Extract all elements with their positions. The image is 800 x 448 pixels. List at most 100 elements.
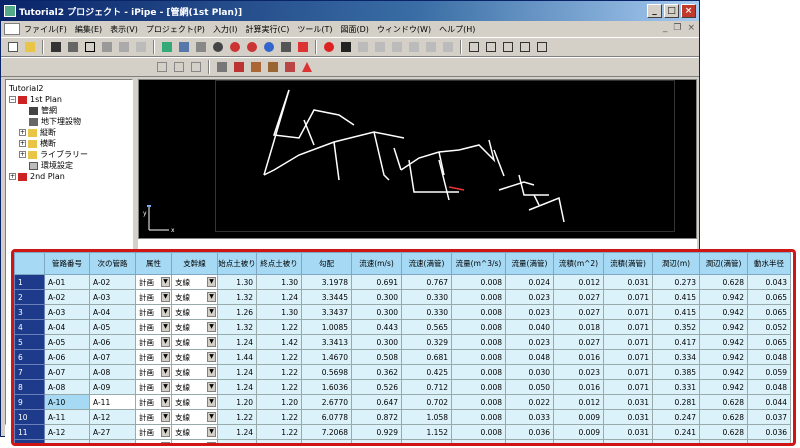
attribute-select[interactable]: 計画 ▼ (135, 349, 172, 365)
table-row[interactable]: 5 A-05 A-06 計画 ▼ 支線 ▼ 1.24 1.42 3.3413 0.300 0.329 0… (14, 334, 791, 350)
tree-item-underground[interactable]: 地下埋設物 (6, 116, 132, 127)
value-cell[interactable]: 1.20 (217, 439, 257, 443)
row-number[interactable]: 10 (14, 409, 45, 425)
grid-icon[interactable] (194, 40, 208, 54)
value-cell[interactable]: 0.023 (505, 334, 554, 350)
print-icon[interactable] (66, 40, 80, 54)
value-cell[interactable]: 0.681 (401, 349, 452, 365)
column-header[interactable]: 次の管路 (89, 252, 136, 275)
row-number[interactable]: 8 (14, 379, 45, 395)
column-header[interactable] (14, 252, 45, 275)
value-cell[interactable]: 0.352 (652, 319, 700, 335)
dropdown-arrow-icon[interactable]: ▼ (161, 337, 170, 347)
stack-icon[interactable] (177, 40, 191, 54)
value-cell[interactable]: 0.942 (699, 334, 748, 350)
next-pipe-cell[interactable]: A-03 (89, 289, 136, 305)
value-cell[interactable]: 1.51 (256, 439, 302, 443)
value-cell[interactable]: 3.3413 (301, 334, 352, 350)
value-cell[interactable]: 0.071 (603, 349, 653, 365)
menu-view[interactable]: 表示(V) (106, 24, 142, 35)
table-row[interactable]: 6 A-06 A-07 計画 ▼ 支線 ▼ 1.44 1.22 1.4670 0.508 0.681 0… (14, 349, 791, 365)
value-cell[interactable]: 0.329 (401, 334, 452, 350)
row-number[interactable]: 11 (14, 424, 45, 440)
dropdown-arrow-icon[interactable]: ▼ (161, 307, 170, 317)
value-cell[interactable]: 0.012 (553, 274, 604, 290)
table-row[interactable]: 7 A-07 A-08 計画 ▼ 支線 ▼ 1.24 1.22 0.5698 0.362 0.425 0… (14, 364, 791, 380)
attribute-select[interactable]: 計画 ▼ (135, 409, 172, 425)
column-header[interactable]: 潤辺(満管) (699, 252, 748, 275)
value-cell[interactable]: 0.628 (699, 409, 748, 425)
value-cell[interactable]: 0.030 (505, 364, 554, 380)
value-cell[interactable]: 0.942 (699, 289, 748, 305)
expand-icon[interactable]: + (9, 173, 16, 180)
title-bar[interactable]: Tutorial2 プロジェクト - iPipe - [管網(1st Plan)… (1, 1, 699, 21)
attribute-select[interactable]: 計画 ▼ (135, 334, 172, 350)
column-header[interactable]: 流積(満管) (603, 252, 653, 275)
pipe-id-cell[interactable]: A-04 (44, 319, 90, 335)
branch-select[interactable]: 支線 ▼ (171, 364, 218, 380)
value-cell[interactable]: 0.942 (699, 319, 748, 335)
value-cell[interactable]: 0.691 (351, 274, 402, 290)
value-cell[interactable]: 0.071 (603, 289, 653, 305)
dropdown-arrow-icon[interactable]: ▼ (207, 322, 216, 332)
tree-item-settings[interactable]: 環境設定 (6, 160, 132, 171)
minimize-button[interactable]: _ (647, 4, 662, 18)
value-cell[interactable]: 1.6036 (301, 379, 352, 395)
close-button[interactable]: × (681, 4, 696, 18)
expand-icon[interactable]: + (19, 140, 26, 147)
column-header[interactable]: 流速(m/s) (351, 252, 402, 275)
menu-edit[interactable]: 編集(E) (71, 24, 106, 35)
dropdown-arrow-icon[interactable]: ▼ (207, 382, 216, 392)
value-cell[interactable]: 0.300 (351, 304, 402, 320)
dropdown-arrow-icon[interactable]: ▼ (207, 442, 216, 443)
attribute-select[interactable]: 計画 ▼ (135, 274, 172, 290)
value-cell[interactable]: 1.22 (256, 379, 302, 395)
dropdown-arrow-icon[interactable]: ▼ (207, 277, 216, 287)
pipe-icon[interactable] (373, 40, 387, 54)
zoom-window-icon[interactable] (262, 40, 276, 54)
value-cell[interactable]: 1.20 (217, 394, 257, 410)
value-cell[interactable]: 0.702 (401, 394, 452, 410)
branch-select[interactable]: 支線 ▼ (171, 409, 218, 425)
branch-select[interactable]: 支線 ▼ (171, 394, 218, 410)
next-pipe-cell[interactable]: A-14 (89, 439, 136, 443)
attribute-select[interactable]: 計画 ▼ (135, 424, 172, 440)
dropdown-arrow-icon[interactable]: ▼ (161, 397, 170, 407)
value-cell[interactable]: 0.247 (652, 409, 700, 425)
value-cell[interactable]: 0.628 (699, 394, 748, 410)
pipe-id-cell[interactable]: A-06 (44, 349, 90, 365)
column-header[interactable]: 管路番号 (44, 252, 90, 275)
value-cell[interactable]: 0.331 (401, 439, 452, 443)
value-cell[interactable]: 0.031 (603, 424, 653, 440)
dropdown-arrow-icon[interactable]: ▼ (207, 397, 216, 407)
value-cell[interactable]: 0.415 (652, 289, 700, 305)
column-header[interactable]: 動水半径 (747, 252, 791, 275)
dropdown-arrow-icon[interactable]: ▼ (161, 352, 170, 362)
binoculars-icon[interactable] (339, 40, 353, 54)
value-cell[interactable]: 0.048 (747, 379, 791, 395)
row-number[interactable]: 5 (14, 334, 45, 350)
layer-icon[interactable] (160, 40, 174, 54)
value-cell[interactable]: 6.0778 (301, 409, 352, 425)
value-cell[interactable]: 0.273 (652, 274, 700, 290)
value-cell[interactable]: 1.24 (256, 289, 302, 305)
value-cell[interactable]: 0.048 (747, 349, 791, 365)
table-row[interactable]: 4 A-04 A-05 計画 ▼ 支線 ▼ 1.32 1.22 1.0085 0.443 0.565 0… (14, 319, 791, 335)
value-cell[interactable]: 0.071 (603, 334, 653, 350)
dropdown-arrow-icon[interactable]: ▼ (161, 412, 170, 422)
branch-select[interactable]: 支線 ▼ (171, 304, 218, 320)
expand-icon[interactable]: + (19, 129, 26, 136)
value-cell[interactable]: 0.526 (351, 379, 402, 395)
pipe-id-cell[interactable]: A-03 (44, 304, 90, 320)
row-number[interactable]: 2 (14, 289, 45, 305)
dropdown-arrow-icon[interactable]: ▼ (161, 442, 170, 443)
mdi-restore-icon[interactable]: ❐ (673, 23, 681, 33)
tree-item-library[interactable]: + ライブラリー (6, 149, 132, 160)
column-header[interactable]: 支幹線 (171, 252, 218, 275)
value-cell[interactable]: 1.22 (256, 424, 302, 440)
target-icon[interactable] (322, 40, 336, 54)
attribute-select[interactable]: 計画 ▼ (135, 394, 172, 410)
dropdown-arrow-icon[interactable]: ▼ (207, 337, 216, 347)
menu-tools[interactable]: ツール(T) (293, 24, 336, 35)
dropdown-arrow-icon[interactable]: ▼ (161, 367, 170, 377)
